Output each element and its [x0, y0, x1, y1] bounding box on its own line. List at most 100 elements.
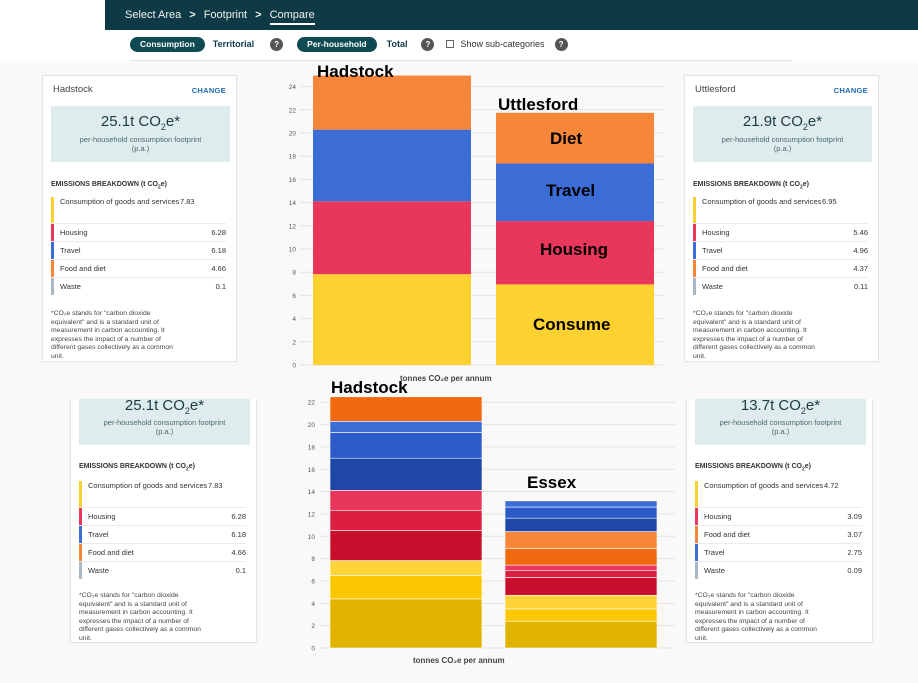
bar-segment — [504, 620, 658, 649]
total-toggle[interactable]: Total — [387, 39, 408, 49]
category-label: Travel — [702, 246, 723, 255]
footprint-summary: 21.9t CO2e* per-household consumption fo… — [693, 106, 872, 162]
category-label: Food and diet — [88, 548, 134, 557]
help-icon[interactable]: ? — [421, 37, 435, 51]
breadcrumb-separator: > — [255, 9, 262, 21]
change-area-button[interactable]: CHANGE — [834, 86, 868, 95]
category-label: Consumption of goods and services — [60, 197, 180, 206]
category-value: 0.1 — [235, 566, 246, 575]
category-label: Waste — [88, 566, 109, 575]
category-label: Travel — [60, 246, 81, 255]
bar-segment — [329, 490, 483, 511]
territorial-toggle[interactable]: Territorial — [213, 39, 254, 49]
breadcrumb-compare[interactable]: Compare — [269, 9, 315, 25]
category-value: 2.75 — [847, 548, 862, 557]
emissions-breakdown-heading: EMISSIONS BREAKDOWN (t CO2e) — [693, 181, 809, 191]
category-label: Housing — [88, 512, 116, 521]
bar-segment — [504, 594, 658, 610]
footprint-description: per-household consumption footprint — [721, 135, 844, 144]
y-tick-label: 22 — [289, 107, 297, 114]
bar-segment — [329, 598, 483, 649]
breakdown-row-waste: Waste 0.1 — [51, 278, 226, 295]
category-color-bar — [695, 526, 698, 543]
category-color-bar — [693, 278, 696, 295]
footprint-description: per-household consumption footprint — [79, 135, 202, 144]
breadcrumb-footprint[interactable]: Footprint — [204, 9, 247, 21]
emissions-breakdown-heading: EMISSIONS BREAKDOWN (t CO2e) — [79, 463, 195, 473]
area-card-left-detailed: 25.1t CO2e* per-household consumption fo… — [70, 397, 257, 643]
bar-segment — [329, 421, 483, 433]
overlay-label-hadstock-bottom: Hadstock — [331, 378, 408, 397]
category-color-bar — [79, 481, 82, 507]
breakdown-row-consumption: Consumption of goods and services 4.72 — [695, 481, 862, 507]
y-tick-label: 16 — [308, 467, 316, 474]
breadcrumb-select-area[interactable]: Select Area — [125, 9, 181, 21]
breakdown-row-waste: Waste 0.11 — [693, 278, 868, 295]
bar-segment — [329, 396, 483, 422]
bar-segment — [313, 129, 471, 202]
category-label: Housing — [704, 512, 732, 521]
breakdown-row-travel: Travel 4.96 — [693, 242, 868, 259]
category-color-bar — [79, 526, 82, 543]
bar-segment — [313, 274, 471, 365]
breakdown-row-travel: Travel 6.18 — [79, 526, 246, 543]
help-icon[interactable]: ? — [554, 37, 568, 51]
consumption-toggle[interactable]: Consumption — [130, 36, 205, 52]
bar-segment — [504, 548, 658, 566]
category-label: Food and diet — [60, 264, 106, 273]
bar-segment — [504, 531, 658, 549]
per-household-toggle[interactable]: Per-household — [297, 36, 377, 52]
category-value: 4.37 — [853, 264, 868, 273]
category-value: 6.28 — [231, 512, 246, 521]
category-label: Travel — [88, 530, 109, 539]
y-tick-label: 6 — [311, 578, 315, 585]
category-color-bar — [695, 544, 698, 561]
bar-segment — [329, 575, 483, 600]
category-label: Consumption of goods and services — [88, 481, 208, 490]
comparison-chart-bottom: 0 2 4 6 8 10 12 14 16 18 20 22 — [308, 396, 675, 653]
breakdown-row-consumption: Consumption of goods and services 7.83 — [51, 197, 226, 223]
category-color-bar — [695, 481, 698, 507]
y-tick-label: 18 — [289, 154, 297, 161]
category-value: 3.09 — [847, 512, 862, 521]
help-icon[interactable]: ? — [270, 37, 284, 51]
category-value: 4.72 — [824, 481, 839, 490]
category-value: 6.18 — [231, 530, 246, 539]
category-color-bar — [693, 224, 696, 241]
view-controls: Consumption Territorial ? Per-household … — [130, 36, 568, 52]
category-label: Travel — [704, 548, 725, 557]
overlay-label-essex: Essex — [527, 473, 577, 492]
bar-segment — [504, 517, 658, 532]
bar-segment — [504, 564, 658, 571]
category-color-bar — [79, 562, 82, 579]
category-value: 6.28 — [211, 228, 226, 237]
category-value: 4.66 — [231, 548, 246, 557]
category-label: Consumption of goods and services — [702, 197, 822, 206]
breakdown-row-consumption: Consumption of goods and services 6.95 — [693, 197, 868, 223]
bar-segment — [504, 577, 658, 596]
show-sub-categories-checkbox[interactable] — [446, 40, 455, 48]
y-tick-label: 22 — [308, 400, 316, 407]
y-tick-label: 6 — [292, 293, 296, 300]
change-area-button[interactable]: CHANGE — [192, 86, 226, 95]
category-color-bar — [51, 197, 54, 223]
category-value: 0.09 — [847, 566, 862, 575]
y-tick-label: 12 — [308, 511, 316, 518]
category-label: Consumption of goods and services — [704, 481, 824, 490]
footprint-period: (p.a.) — [155, 427, 174, 436]
category-color-bar — [693, 197, 696, 223]
category-color-bar — [695, 562, 698, 579]
category-color-bar — [51, 260, 54, 277]
bar-segment — [329, 432, 483, 459]
footprint-value: 25.1t CO2e* — [124, 397, 205, 416]
x-axis-label: tonnes CO₂e per annum — [400, 374, 492, 383]
breakdown-row-consumption: Consumption of goods and services 7.83 — [79, 481, 246, 507]
area-name: Uttlesford — [695, 84, 736, 95]
breakdown-row-waste: Waste 0.09 — [695, 562, 862, 579]
y-tick-label: 2 — [292, 339, 296, 346]
category-color-bar — [79, 508, 82, 525]
y-tick-label: 10 — [289, 247, 297, 254]
category-color-bar — [51, 224, 54, 241]
overlay-label-housing: Housing — [540, 240, 608, 259]
category-value: 6.95 — [822, 197, 837, 206]
